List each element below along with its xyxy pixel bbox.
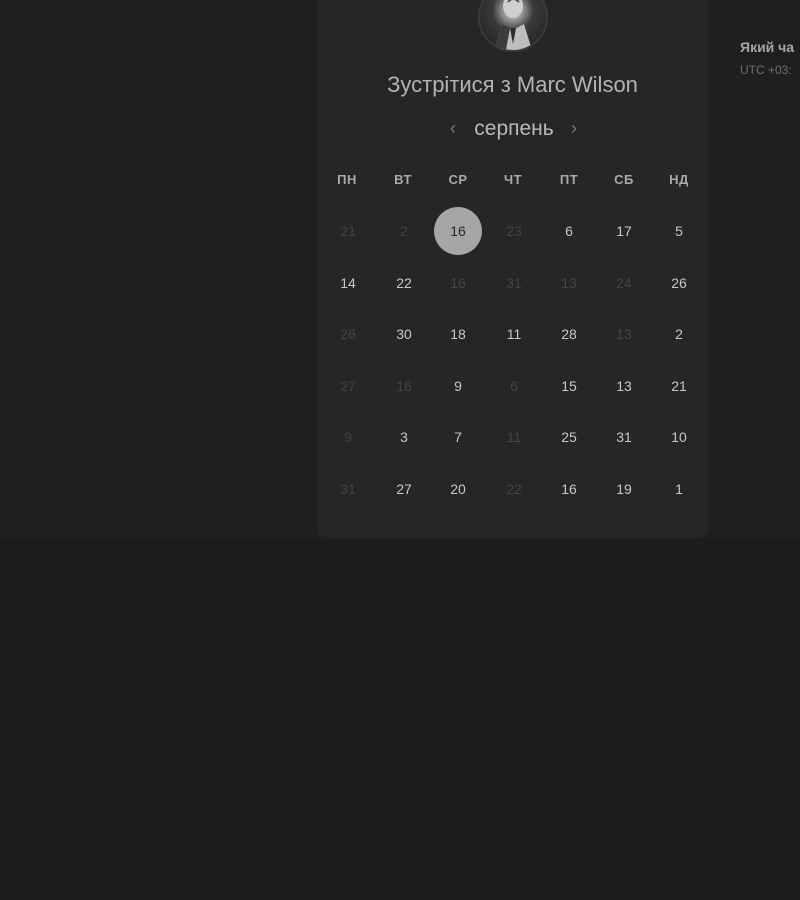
calendar-day[interactable]: 31 (600, 413, 648, 461)
calendar-day[interactable]: 18 (434, 310, 482, 358)
calendar-day[interactable]: 20 (434, 465, 482, 513)
calendar-day: 9 (344, 429, 352, 445)
calendar-day-selected[interactable]: 16 (434, 207, 482, 255)
calendar-day[interactable]: 16 (545, 465, 593, 513)
calendar-day[interactable]: 2 (655, 310, 703, 358)
timezone-label[interactable]: UTC +03: (740, 63, 800, 77)
calendar-day[interactable]: 22 (380, 259, 428, 307)
calendar-day[interactable]: 17 (600, 207, 648, 255)
calendar-day[interactable]: 15 (545, 362, 593, 410)
calendar-day: 6 (510, 378, 518, 394)
calendar-day[interactable]: 3 (380, 413, 428, 461)
timezone-panel: Який ча UTC +03: (740, 38, 800, 77)
calendar-day[interactable]: 10 (655, 413, 703, 461)
calendar-day[interactable]: 19 (600, 465, 648, 513)
calendar-day[interactable]: 9 (434, 362, 482, 410)
calendar-day[interactable]: 27 (380, 465, 428, 513)
calendar-day: 31 (506, 275, 522, 291)
calendar-day: 16 (450, 275, 466, 291)
calendar-day: 23 (506, 223, 522, 239)
calendar-day[interactable]: 11 (490, 310, 538, 358)
calendar-day[interactable]: 30 (380, 310, 428, 358)
calendar-day[interactable]: 26 (655, 259, 703, 307)
calendar-day: 11 (506, 429, 522, 445)
calendar-day[interactable]: 5 (655, 207, 703, 255)
calendar-day[interactable]: 1 (655, 465, 703, 513)
calendar-grid: 21 2 16 23 6 17 5 14 22 16 31 13 24 26 26 30 18 11 28 13 2 27… (0, 0, 800, 540)
calendar-day: 13 (561, 275, 577, 291)
calendar-day: 24 (616, 275, 632, 291)
calendar-day[interactable]: 13 (600, 362, 648, 410)
time-question-heading: Який ча (740, 39, 795, 55)
calendar-day: 27 (340, 378, 356, 394)
calendar-day: 2 (400, 223, 408, 239)
calendar-day: 16 (396, 378, 412, 394)
calendar-day[interactable]: 6 (545, 207, 593, 255)
calendar-day[interactable]: 28 (545, 310, 593, 358)
calendar-day: 21 (340, 223, 356, 239)
calendar-day[interactable]: 14 (324, 259, 372, 307)
calendar-day: 13 (616, 326, 632, 342)
calendar-day: 22 (506, 481, 522, 497)
calendar-day: 31 (340, 481, 356, 497)
calendar-day: 26 (340, 326, 356, 342)
calendar-day[interactable]: 21 (655, 362, 703, 410)
calendar-day[interactable]: 7 (434, 413, 482, 461)
calendar-day[interactable]: 25 (545, 413, 593, 461)
